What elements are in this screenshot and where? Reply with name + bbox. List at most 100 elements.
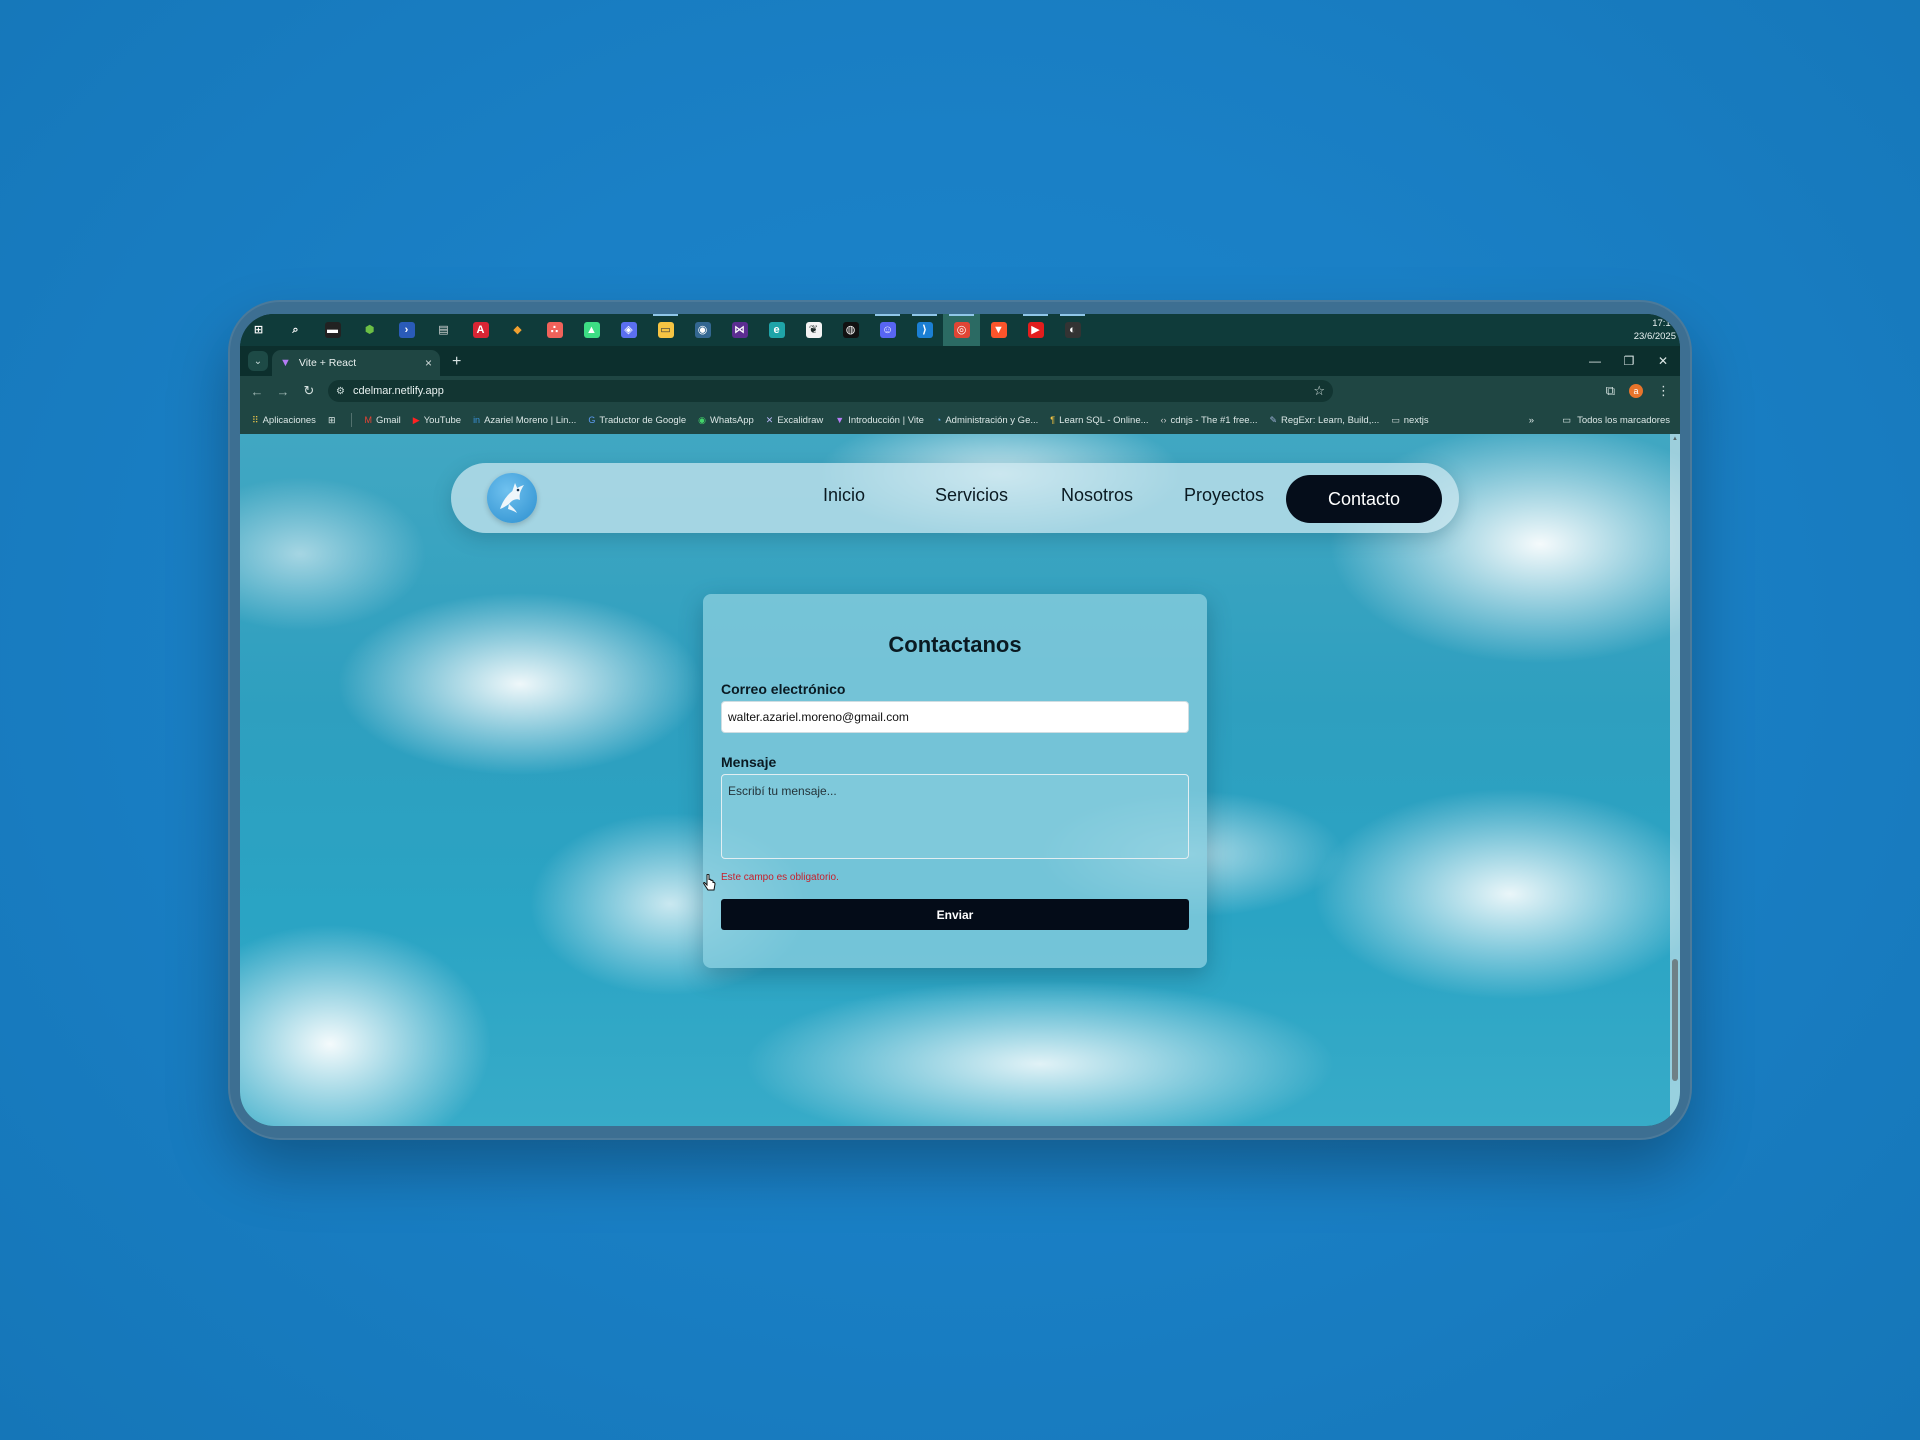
- android-studio-icon: ▲: [583, 322, 600, 338]
- browser-tab-active[interactable]: ▼ Vite + React ×: [272, 350, 440, 376]
- taskbar-app-6[interactable]: A: [462, 314, 499, 346]
- bookmarks-overflow-icon[interactable]: »: [1529, 415, 1534, 426]
- taskbar-app-16[interactable]: ◍: [832, 314, 869, 346]
- taskbar-app-1[interactable]: ⌕: [277, 314, 314, 346]
- bookmark-item[interactable]: ▶ YouTube: [413, 415, 461, 426]
- taskbar-app-22[interactable]: ◐: [1054, 314, 1091, 346]
- taskbar-app-12[interactable]: ◉: [684, 314, 721, 346]
- extensions-icon[interactable]: ⧉: [1606, 383, 1615, 399]
- bookmark-apps-label: Aplicaciones: [262, 414, 316, 426]
- tab-close-icon[interactable]: ×: [425, 356, 432, 370]
- site-logo[interactable]: [487, 473, 537, 523]
- taskbar-app-10[interactable]: ◈: [610, 314, 647, 346]
- taskbar-app-18[interactable]: ⟩: [906, 314, 943, 346]
- browser-toolbar: ← → ↻ ⚙ cdelmar.netlify.app ☆ ⧉ a ⋮: [240, 376, 1680, 406]
- windows-start-icon: ⊞: [253, 323, 264, 336]
- bookmark-item[interactable]: G Traductor de Google: [588, 415, 686, 426]
- bookmark-favicon-icon: ▶: [412, 414, 420, 425]
- bookmark-item[interactable]: ✎ RegExr: Learn, Build,...: [1269, 415, 1379, 426]
- email-field[interactable]: [721, 701, 1189, 733]
- bookmark-favicon-icon: M: [364, 415, 372, 425]
- browser-menu-icon[interactable]: ⋮: [1657, 383, 1670, 399]
- taskbar-app-13[interactable]: ⋈: [721, 314, 758, 346]
- bookmark-label: Azariel Moreno | Lin...: [484, 414, 577, 426]
- bookmark-label: nextjs: [1403, 414, 1429, 426]
- bookmark-item[interactable]: in Azariel Moreno | Lin...: [473, 415, 576, 426]
- git-icon: ◆: [513, 323, 522, 336]
- tab-search-button[interactable]: ⌄: [248, 351, 268, 371]
- all-bookmarks-label[interactable]: Todos los marcadores: [1577, 415, 1670, 426]
- discord-icon: ☺: [879, 322, 896, 338]
- bookmark-favicon-icon: ✕: [765, 414, 774, 425]
- submit-button[interactable]: Enviar: [721, 899, 1189, 930]
- close-window-icon[interactable]: ✕: [1646, 354, 1680, 368]
- taskbar-app-3[interactable]: ⬢: [351, 314, 388, 346]
- message-textarea[interactable]: [721, 774, 1189, 859]
- chrome-icon: ◎: [953, 322, 970, 338]
- taskbar-app-7[interactable]: ◆: [499, 314, 536, 346]
- system-clock[interactable]: 17:15 23/6/2025: [1634, 317, 1680, 343]
- nav-link-proyectos[interactable]: Proyectos: [1184, 485, 1264, 506]
- bookmark-favicon-icon: ◉: [698, 414, 706, 425]
- restore-icon[interactable]: ❐: [1612, 354, 1646, 368]
- reload-icon[interactable]: ↻: [296, 383, 322, 399]
- browser-tab-strip: ⌄ ▼ Vite + React × + — ❐ ✕: [240, 346, 1680, 376]
- bookmark-apps[interactable]: ⠿ Aplicaciones: [252, 415, 316, 426]
- taskbar-app-11[interactable]: ▭: [647, 314, 684, 346]
- taskbar-app-4[interactable]: ›: [388, 314, 425, 346]
- taskbar-app-2[interactable]: ▬: [314, 314, 351, 346]
- bookmark-grid[interactable]: ⊞: [328, 415, 340, 426]
- address-bar[interactable]: ⚙ cdelmar.netlify.app ☆: [328, 380, 1333, 402]
- taskbar-app-14[interactable]: e: [758, 314, 795, 346]
- bookmark-item[interactable]: ◔ Administración y Ge...: [936, 415, 1038, 426]
- nav-contacto-button[interactable]: Contacto: [1286, 475, 1442, 523]
- bookmark-label: Traductor de Google: [599, 414, 687, 426]
- bookmark-item[interactable]: M Gmail: [364, 415, 400, 426]
- address-url[interactable]: cdelmar.netlify.app: [353, 385, 444, 397]
- site-navbar: Inicio Servicios Nosotros Proyectos Cont…: [451, 463, 1459, 533]
- taskbar-app-0[interactable]: ⊞: [240, 314, 277, 346]
- taskbar-app-20[interactable]: ▼: [980, 314, 1017, 346]
- bookmark-item[interactable]: ◉ WhatsApp: [698, 415, 754, 426]
- taskbar-app-19[interactable]: ◎: [943, 314, 980, 346]
- scrollbar-thumb[interactable]: [1672, 959, 1678, 1081]
- email-label: Correo electrónico: [721, 681, 846, 697]
- taskbar-app-21[interactable]: ▶: [1017, 314, 1054, 346]
- new-tab-button[interactable]: +: [452, 353, 461, 371]
- profile-avatar[interactable]: a: [1629, 384, 1643, 398]
- bookmark-label: WhatsApp: [709, 414, 754, 426]
- nav-link-nosotros[interactable]: Nosotros: [1061, 485, 1133, 506]
- minimize-icon[interactable]: —: [1578, 354, 1612, 368]
- obs-icon: ◐: [1064, 322, 1081, 338]
- taskbar-app-9[interactable]: ▲: [573, 314, 610, 346]
- scroll-up-arrow-icon[interactable]: ▲: [1672, 436, 1678, 442]
- bookmark-star-icon[interactable]: ☆: [1313, 383, 1325, 399]
- asana-icon: ∴: [546, 322, 563, 338]
- window-controls: — ❐ ✕: [1578, 346, 1680, 376]
- bookmark-label: Learn SQL - Online...: [1059, 414, 1149, 426]
- node-icon: ⬢: [364, 323, 375, 336]
- bookmark-label: RegExr: Learn, Build,...: [1281, 414, 1380, 426]
- forward-arrow-icon[interactable]: →: [270, 384, 296, 399]
- bookmark-favicon-icon: ¶: [1050, 415, 1056, 425]
- nav-link-servicios[interactable]: Servicios: [935, 485, 1008, 506]
- bookmark-item[interactable]: ▼ Introducción | Vite: [835, 415, 924, 426]
- taskbar-app-8[interactable]: ∴: [536, 314, 573, 346]
- bookmark-item[interactable]: ¶ Learn SQL - Online...: [1050, 415, 1148, 426]
- bookmark-item[interactable]: ‹› cdnjs - The #1 free...: [1161, 415, 1258, 426]
- bookmark-label: Administración y Ge...: [945, 414, 1039, 426]
- device-screen: ⊞ ⌕ ▬ ⬢ › ▤ A ◆ ∴ ▲ ◈ ▭ ◉ ⋈ e ❦ ◍ ☺ ⟩ ◎ ▼ ▶ ◐ 17:15 23/6/2025 …: [240, 314, 1680, 1126]
- bookmark-item[interactable]: ✕ Excalidraw: [766, 415, 823, 426]
- nav-link-inicio[interactable]: Inicio: [823, 485, 865, 506]
- bookmark-item[interactable]: ▭ nextjs: [1391, 415, 1428, 426]
- terminal-icon: ▬: [324, 322, 341, 338]
- vscode-icon: ⟩: [916, 322, 933, 338]
- taskbar-app-17[interactable]: ☺: [869, 314, 906, 346]
- back-arrow-icon[interactable]: ←: [244, 384, 270, 399]
- taskbar-app-15[interactable]: ❦: [795, 314, 832, 346]
- contact-form-card: Contactanos Correo electrónico Mensaje E…: [703, 594, 1207, 968]
- site-info-icon[interactable]: ⚙: [336, 386, 345, 397]
- taskbar-app-5[interactable]: ▤: [425, 314, 462, 346]
- page-scrollbar[interactable]: ▲: [1670, 434, 1680, 1126]
- message-error-text: Este campo es obligatorio.: [721, 872, 839, 883]
